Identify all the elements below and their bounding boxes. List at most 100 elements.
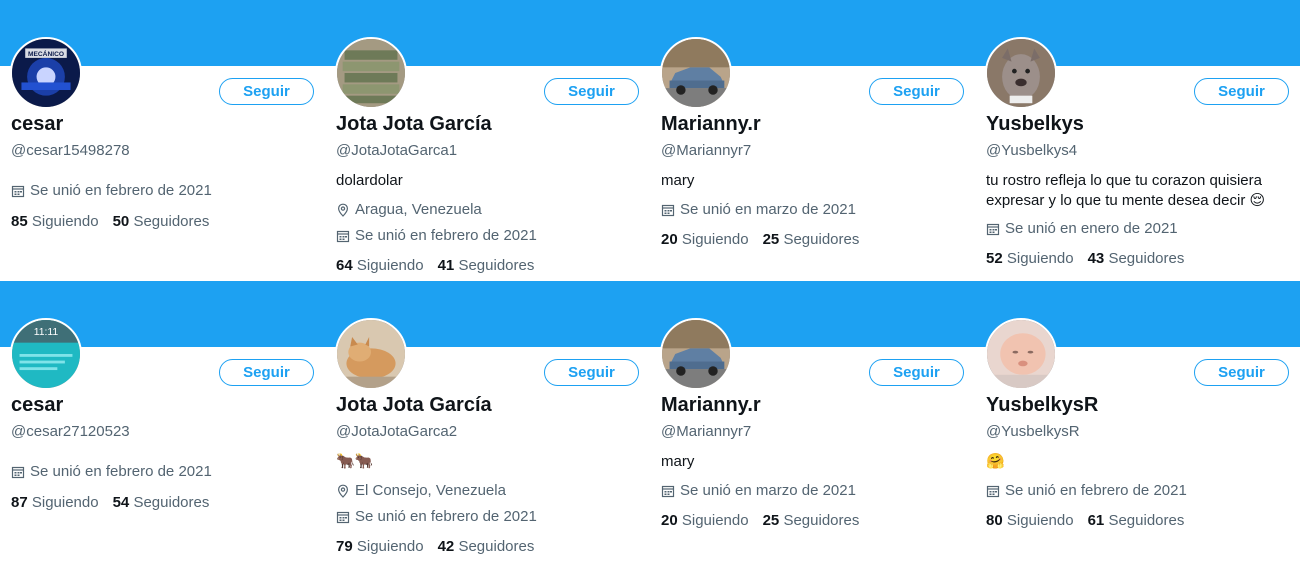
join-date-text: Se unió en marzo de 2021 bbox=[680, 201, 856, 218]
profile-name[interactable]: Jota Jota García bbox=[336, 394, 492, 417]
location: Aragua, Venezuela bbox=[336, 201, 482, 218]
calendar-icon bbox=[11, 465, 25, 479]
profile-bio: dolardolar bbox=[336, 172, 403, 189]
profile-handle[interactable]: @cesar15498278 bbox=[11, 142, 130, 159]
followers-link[interactable]: 42 Seguidores bbox=[438, 538, 535, 555]
profile-row-1: MECÁNICO Seguir cesar @cesar15498278 Se … bbox=[0, 0, 1300, 280]
profile-bio: mary bbox=[661, 172, 695, 189]
profile-handle[interactable]: @JotaJotaGarca1 bbox=[336, 142, 457, 159]
cat-avatar[interactable] bbox=[335, 318, 407, 390]
profile-bio: 🤗 bbox=[986, 453, 1005, 470]
followers-link[interactable]: 25 Seguidores bbox=[763, 512, 860, 529]
profile-bio: tu rostro refleja lo que tu corazon quis… bbox=[986, 172, 1266, 209]
followers-link[interactable]: 54 Seguidores bbox=[113, 494, 210, 511]
calendar-icon bbox=[986, 222, 1000, 236]
followers-link[interactable]: 43 Seguidores bbox=[1088, 250, 1185, 267]
following-link[interactable]: 80 Siguiendo bbox=[986, 512, 1074, 529]
profile-handle[interactable]: @Yusbelkys4 bbox=[986, 142, 1077, 159]
follow-button[interactable]: Seguir bbox=[544, 359, 639, 386]
profile-name[interactable]: cesar bbox=[11, 113, 63, 136]
calendar-icon bbox=[11, 184, 25, 198]
profile-name[interactable]: cesar bbox=[11, 394, 63, 417]
profile-card: 11:11 Seguir cesar @cesar27120523 Se uni… bbox=[0, 281, 325, 561]
location-text: Aragua, Venezuela bbox=[355, 201, 482, 218]
profile-card: Seguir Marianny.r @Mariannyr7 mary Se un… bbox=[650, 0, 975, 280]
followers-link[interactable]: 25 Seguidores bbox=[763, 231, 860, 248]
follow-stats: 79 Siguiendo 42 Seguidores bbox=[336, 538, 534, 555]
profile-name[interactable]: Marianny.r bbox=[661, 394, 761, 417]
calendar-icon bbox=[661, 484, 675, 498]
join-date: Se unió en febrero de 2021 bbox=[986, 482, 1187, 499]
follow-stats: 80 Siguiendo 61 Seguidores bbox=[986, 512, 1184, 529]
location-text: El Consejo, Venezuela bbox=[355, 482, 506, 499]
profile-card: Seguir Jota Jota García @JotaJotaGarca2 … bbox=[325, 281, 650, 561]
follow-button[interactable]: Seguir bbox=[1194, 78, 1289, 105]
follow-stats: 87 Siguiendo 54 Seguidores bbox=[11, 494, 209, 511]
calendar-icon bbox=[986, 484, 1000, 498]
following-link[interactable]: 87 Siguiendo bbox=[11, 494, 99, 511]
profile-card: Seguir Jota Jota García @JotaJotaGarca1 … bbox=[325, 0, 650, 280]
follow-stats: 20 Siguiendo 25 Seguidores bbox=[661, 231, 859, 248]
profile-card: MECÁNICO Seguir cesar @cesar15498278 Se … bbox=[0, 0, 325, 280]
profile-name[interactable]: Jota Jota García bbox=[336, 113, 492, 136]
following-link[interactable]: 20 Siguiendo bbox=[661, 231, 749, 248]
profile-bio: 🐂🐂 bbox=[336, 453, 374, 470]
following-link[interactable]: 85 Siguiendo bbox=[11, 213, 99, 230]
phone-lockscreen-avatar[interactable]: 11:11 bbox=[10, 318, 82, 390]
profile-handle[interactable]: @cesar27120523 bbox=[11, 423, 130, 440]
profile-handle[interactable]: @JotaJotaGarca2 bbox=[336, 423, 457, 440]
profile-bio: mary bbox=[661, 453, 695, 470]
join-date: Se unió en febrero de 2021 bbox=[336, 227, 537, 244]
dog-avatar[interactable] bbox=[985, 37, 1057, 109]
follow-button[interactable]: Seguir bbox=[219, 78, 314, 105]
join-date-text: Se unió en febrero de 2021 bbox=[355, 508, 537, 525]
following-link[interactable]: 52 Siguiendo bbox=[986, 250, 1074, 267]
follow-button[interactable]: Seguir bbox=[869, 78, 964, 105]
profile-grid: MECÁNICO Seguir cesar @cesar15498278 Se … bbox=[0, 0, 1300, 561]
profile-card: Seguir Marianny.r @Mariannyr7 mary Se un… bbox=[650, 281, 975, 561]
follow-button[interactable]: Seguir bbox=[1194, 359, 1289, 386]
follow-stats: 20 Siguiendo 25 Seguidores bbox=[661, 512, 859, 529]
join-date-text: Se unió en febrero de 2021 bbox=[355, 227, 537, 244]
profile-name[interactable]: YusbelkysR bbox=[986, 394, 1098, 417]
calendar-icon bbox=[336, 510, 350, 524]
follow-button[interactable]: Seguir bbox=[544, 78, 639, 105]
blue-car-avatar[interactable] bbox=[660, 318, 732, 390]
avatar-text: MECÁNICO bbox=[28, 49, 64, 58]
join-date-text: Se unió en febrero de 2021 bbox=[30, 182, 212, 199]
follow-stats: 52 Siguiendo 43 Seguidores bbox=[986, 250, 1184, 267]
dollar-bills-avatar[interactable] bbox=[335, 37, 407, 109]
follow-button[interactable]: Seguir bbox=[219, 359, 314, 386]
join-date-text: Se unió en febrero de 2021 bbox=[30, 463, 212, 480]
calendar-icon bbox=[661, 203, 675, 217]
profile-row-2: 11:11 Seguir cesar @cesar27120523 Se uni… bbox=[0, 281, 1300, 561]
following-link[interactable]: 64 Siguiendo bbox=[336, 257, 424, 274]
profile-card: Seguir Yusbelkys @Yusbelkys4 tu rostro r… bbox=[975, 0, 1300, 280]
avatar-text: 11:11 bbox=[34, 327, 59, 338]
join-date: Se unió en febrero de 2021 bbox=[336, 508, 537, 525]
followers-link[interactable]: 50 Seguidores bbox=[113, 213, 210, 230]
followers-link[interactable]: 61 Seguidores bbox=[1088, 512, 1185, 529]
location-pin-icon bbox=[336, 203, 350, 217]
follow-stats: 64 Siguiendo 41 Seguidores bbox=[336, 257, 534, 274]
profile-handle[interactable]: @YusbelkysR bbox=[986, 423, 1080, 440]
join-date-text: Se unió en marzo de 2021 bbox=[680, 482, 856, 499]
profile-handle[interactable]: @Mariannyr7 bbox=[661, 142, 751, 159]
baby-avatar[interactable] bbox=[985, 318, 1057, 390]
join-date-text: Se unió en febrero de 2021 bbox=[1005, 482, 1187, 499]
motor-mechanic-logo-avatar[interactable]: MECÁNICO bbox=[10, 37, 82, 109]
followers-link[interactable]: 41 Seguidores bbox=[438, 257, 535, 274]
blue-car-avatar[interactable] bbox=[660, 37, 732, 109]
join-date-text: Se unió en enero de 2021 bbox=[1005, 220, 1178, 237]
following-link[interactable]: 79 Siguiendo bbox=[336, 538, 424, 555]
following-link[interactable]: 20 Siguiendo bbox=[661, 512, 749, 529]
join-date: Se unió en marzo de 2021 bbox=[661, 482, 856, 499]
join-date: Se unió en enero de 2021 bbox=[986, 220, 1178, 237]
location-pin-icon bbox=[336, 484, 350, 498]
follow-button[interactable]: Seguir bbox=[869, 359, 964, 386]
join-date: Se unió en febrero de 2021 bbox=[11, 182, 212, 199]
profile-name[interactable]: Marianny.r bbox=[661, 113, 761, 136]
profile-name[interactable]: Yusbelkys bbox=[986, 113, 1084, 136]
follow-stats: 85 Siguiendo 50 Seguidores bbox=[11, 213, 209, 230]
profile-handle[interactable]: @Mariannyr7 bbox=[661, 423, 751, 440]
